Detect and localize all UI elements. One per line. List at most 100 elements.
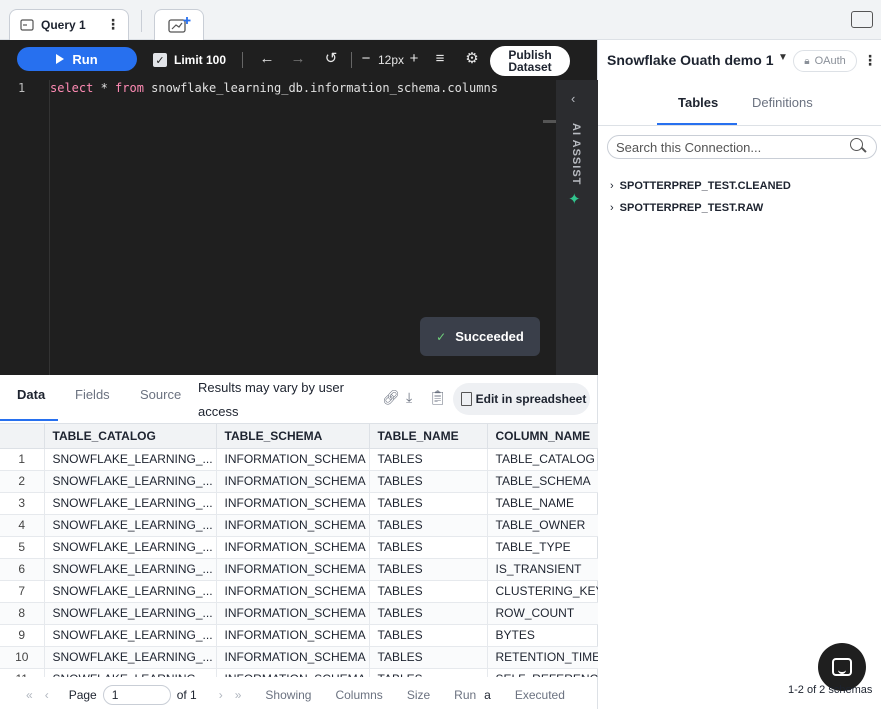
table-row[interactable]: 10 SNOWFLAKE_LEARNING_... INFORMATION_SCHE… bbox=[0, 646, 598, 669]
table-cell[interactable]: TABLES bbox=[369, 668, 488, 677]
table-cell[interactable]: TABLES bbox=[369, 624, 488, 647]
link-icon[interactable]: 🔗︎ bbox=[382, 389, 400, 406]
chevron-left-icon[interactable]: ‹ bbox=[571, 91, 575, 106]
connection-search-input[interactable] bbox=[607, 135, 877, 159]
table-cell[interactable]: INFORMATION_SCHEMA bbox=[216, 646, 370, 669]
edit-in-spreadsheet-button[interactable]: Edit in spreadsheet bbox=[453, 383, 590, 415]
next-page-icon[interactable]: › bbox=[219, 688, 223, 702]
schema-item-raw[interactable]: › SPOTTERPREP_TEST.RAW bbox=[610, 202, 763, 214]
column-header[interactable]: TABLE_NAME bbox=[369, 424, 488, 449]
tab-fields[interactable]: Fields bbox=[75, 387, 110, 402]
tab-tables[interactable]: Tables bbox=[678, 95, 718, 110]
table-cell[interactable]: TABLE_OWNER bbox=[487, 514, 598, 537]
sparkle-icon[interactable]: ✦ bbox=[568, 190, 581, 208]
table-cell[interactable]: TABLES bbox=[369, 448, 488, 471]
table-cell[interactable]: INFORMATION_SCHEMA bbox=[216, 580, 370, 603]
connection-dropdown-icon[interactable]: ▼ bbox=[778, 52, 788, 63]
table-cell[interactable]: TABLES bbox=[369, 514, 488, 537]
table-cell[interactable]: INFORMATION_SCHEMA bbox=[216, 624, 370, 647]
table-cell[interactable]: INFORMATION_SCHEMA bbox=[216, 448, 370, 471]
table-row[interactable]: 4 SNOWFLAKE_LEARNING_... INFORMATION_SCHEM… bbox=[0, 514, 598, 537]
chevron-right-icon[interactable]: › bbox=[610, 202, 614, 214]
table-row[interactable]: 6 SNOWFLAKE_LEARNING_... INFORMATION_SCHEM… bbox=[0, 558, 598, 581]
settings-gear-icon[interactable]: ⚙ bbox=[463, 50, 481, 68]
table-row[interactable]: 1 SNOWFLAKE_LEARNING_... INFORMATION_SCHEM… bbox=[0, 448, 598, 471]
table-cell[interactable]: SELF_REFERENCIN... bbox=[487, 668, 598, 677]
limit-toggle[interactable]: ✓ Limit 100 bbox=[153, 53, 226, 67]
table-cell[interactable]: TABLE_TYPE bbox=[487, 536, 598, 559]
table-cell[interactable]: SNOWFLAKE_LEARNING_... bbox=[44, 624, 217, 647]
table-row[interactable]: 8 SNOWFLAKE_LEARNING_... INFORMATION_SCHEM… bbox=[0, 602, 598, 625]
column-header[interactable]: TABLE_SCHEMA bbox=[216, 424, 370, 449]
table-cell[interactable]: CLUSTERING_KEY bbox=[487, 580, 598, 603]
table-cell[interactable]: SNOWFLAKE_LEARNING_... bbox=[44, 514, 217, 537]
run-button[interactable]: Run bbox=[17, 47, 137, 71]
schema-item-cleaned[interactable]: › SPOTTERPREP_TEST.CLEANED bbox=[610, 180, 791, 192]
table-cell[interactable]: INFORMATION_SCHEMA bbox=[216, 470, 370, 493]
table-cell[interactable]: SNOWFLAKE_LEARNING_... bbox=[44, 580, 217, 603]
table-cell[interactable]: INFORMATION_SCHEMA bbox=[216, 602, 370, 625]
table-cell[interactable]: TABLES bbox=[369, 492, 488, 515]
table-cell[interactable]: INFORMATION_SCHEMA bbox=[216, 514, 370, 537]
new-tab-button[interactable] bbox=[154, 9, 204, 40]
table-cell[interactable]: RETENTION_TIME bbox=[487, 646, 598, 669]
table-cell[interactable]: TABLE_SCHEMA bbox=[487, 470, 598, 493]
table-cell[interactable]: TABLES bbox=[369, 470, 488, 493]
table-cell[interactable]: TABLES bbox=[369, 580, 488, 603]
table-row[interactable]: 5 SNOWFLAKE_LEARNING_... INFORMATION_SCHEM… bbox=[0, 536, 598, 559]
column-header[interactable]: TABLE_CATALOG bbox=[44, 424, 217, 449]
tab-query-1[interactable]: Query 1 ⋮ bbox=[9, 9, 129, 40]
tab-data[interactable]: Data bbox=[17, 387, 45, 402]
undo-icon[interactable]: ← bbox=[258, 50, 276, 68]
code-line[interactable]: select * from snowflake_learning_db.info… bbox=[50, 81, 498, 95]
font-decrease-icon[interactable]: − bbox=[357, 50, 375, 68]
table-cell[interactable]: INFORMATION_SCHEMA bbox=[216, 668, 370, 677]
table-cell[interactable]: TABLES bbox=[369, 646, 488, 669]
table-cell[interactable]: TABLES bbox=[369, 536, 488, 559]
page-input[interactable] bbox=[102, 684, 171, 705]
table-cell[interactable]: INFORMATION_SCHEMA bbox=[216, 492, 370, 515]
download-icon[interactable]: ⤓ bbox=[406, 389, 412, 406]
redo-icon[interactable]: → bbox=[289, 50, 307, 68]
limit-checkbox[interactable]: ✓ bbox=[153, 53, 167, 67]
table-row[interactable]: 3 SNOWFLAKE_LEARNING_... INFORMATION_SCHEM… bbox=[0, 492, 598, 515]
table-cell[interactable]: TABLES bbox=[369, 558, 488, 581]
table-cell[interactable]: INFORMATION_SCHEMA bbox=[216, 558, 370, 581]
clipboard-icon[interactable]: 📋︎ bbox=[429, 389, 447, 406]
connection-menu-icon[interactable]: ⋮ bbox=[863, 52, 877, 69]
table-cell[interactable]: SNOWFLAKE_LEARNING_... bbox=[44, 646, 217, 669]
history-icon[interactable]: ↺ bbox=[322, 50, 340, 68]
table-cell[interactable]: TABLES bbox=[369, 602, 488, 625]
table-cell[interactable]: TABLE_NAME bbox=[487, 492, 598, 515]
tab-menu-icon[interactable]: ⋮ bbox=[106, 16, 120, 33]
search-icon[interactable] bbox=[850, 138, 863, 151]
connection-title[interactable]: Snowflake Ouath demo 1 bbox=[607, 52, 773, 68]
table-cell[interactable]: ROW_COUNT bbox=[487, 602, 598, 625]
table-cell[interactable]: SNOWFLAKE_LEARNING_... bbox=[44, 448, 217, 471]
ai-assist-rail[interactable]: ‹ AI ASSIST ✦ bbox=[556, 80, 598, 375]
format-icon[interactable]: ≡ bbox=[431, 50, 449, 68]
table-cell[interactable]: SNOWFLAKE_LEARNING_... bbox=[44, 558, 217, 581]
table-cell[interactable]: IS_TRANSIENT bbox=[487, 558, 598, 581]
table-cell[interactable]: SNOWFLAKE_LEARNING_... bbox=[44, 536, 217, 559]
table-row[interactable]: 7 SNOWFLAKE_LEARNING_... INFORMATION_SCHEM… bbox=[0, 580, 598, 603]
table-cell[interactable]: TABLE_CATALOG bbox=[487, 448, 598, 471]
table-cell[interactable]: INFORMATION_SCHEMA bbox=[216, 536, 370, 559]
table-cell[interactable]: SNOWFLAKE_LEARNING_... bbox=[44, 492, 217, 515]
table-cell[interactable]: SNOWFLAKE_LEARNING_... bbox=[44, 668, 217, 677]
column-header[interactable]: COLUMN_NAME bbox=[487, 424, 598, 449]
panel-toggle-icon[interactable] bbox=[851, 11, 873, 28]
table-row[interactable]: 9 SNOWFLAKE_LEARNING_... INFORMATION_SCHEM… bbox=[0, 624, 598, 647]
tab-definitions[interactable]: Definitions bbox=[752, 95, 813, 110]
first-page-icon[interactable]: « bbox=[26, 688, 33, 702]
table-cell[interactable]: BYTES bbox=[487, 624, 598, 647]
table-row[interactable]: 11SNOWFLAKE_LEARNING_...INFORMATION_SCHE… bbox=[0, 668, 598, 677]
prev-page-icon[interactable]: ‹ bbox=[45, 688, 49, 702]
publish-dataset-button[interactable]: Publish Dataset bbox=[490, 46, 570, 76]
table-cell[interactable]: SNOWFLAKE_LEARNING_... bbox=[44, 602, 217, 625]
tab-source[interactable]: Source bbox=[140, 387, 181, 402]
last-page-icon[interactable]: » bbox=[235, 688, 242, 702]
table-cell[interactable]: SNOWFLAKE_LEARNING_... bbox=[44, 470, 217, 493]
chevron-right-icon[interactable]: › bbox=[610, 180, 614, 192]
table-row[interactable]: 2 SNOWFLAKE_LEARNING_... INFORMATION_SCHEM… bbox=[0, 470, 598, 493]
